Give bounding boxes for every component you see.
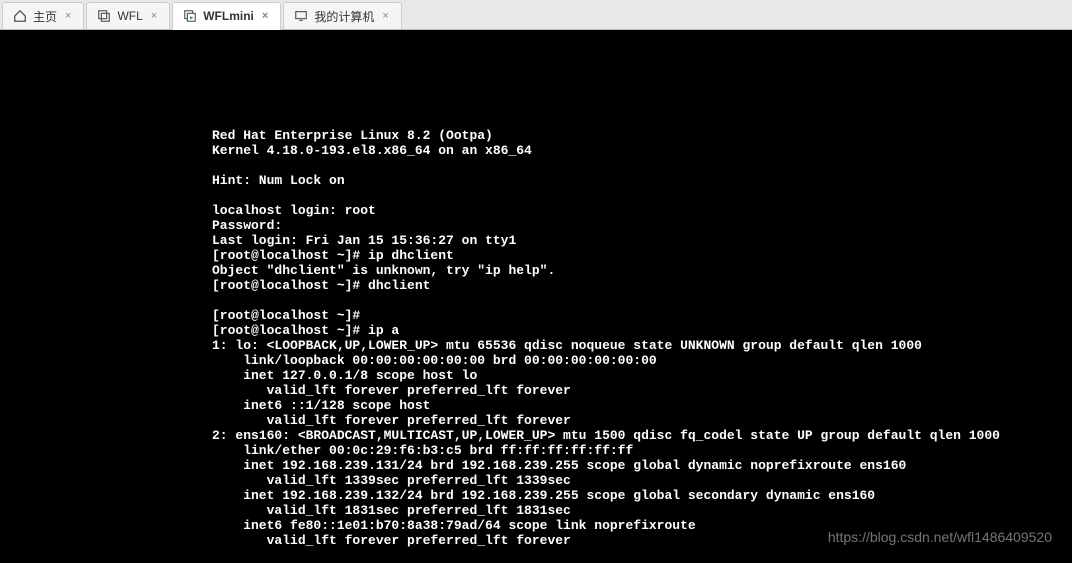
monitor-icon <box>294 9 308 23</box>
tab-label: 我的计算机 <box>314 8 374 25</box>
watermark-text: https://blog.csdn.net/wfl1486409520 <box>828 529 1052 545</box>
tab-bar: 主页 × WFL × WFLmini × 我的计算机 × <box>0 0 1072 30</box>
home-icon <box>13 9 27 23</box>
stack-play-icon <box>183 9 197 23</box>
tab-label: 主页 <box>33 8 57 25</box>
stack-icon <box>97 9 111 23</box>
close-icon[interactable]: × <box>63 10 73 22</box>
tab-my-computer[interactable]: 我的计算机 × <box>283 2 401 29</box>
close-icon[interactable]: × <box>149 10 159 22</box>
close-icon[interactable]: × <box>260 10 270 22</box>
tab-label: WFL <box>117 9 142 23</box>
tab-home[interactable]: 主页 × <box>2 2 84 29</box>
tab-wflmini[interactable]: WFLmini × <box>172 2 281 30</box>
terminal-output[interactable]: Red Hat Enterprise Linux 8.2 (Ootpa) Ker… <box>0 30 1072 548</box>
tab-wfl[interactable]: WFL × <box>86 2 170 29</box>
close-icon[interactable]: × <box>380 10 390 22</box>
tab-label: WFLmini <box>203 9 254 23</box>
